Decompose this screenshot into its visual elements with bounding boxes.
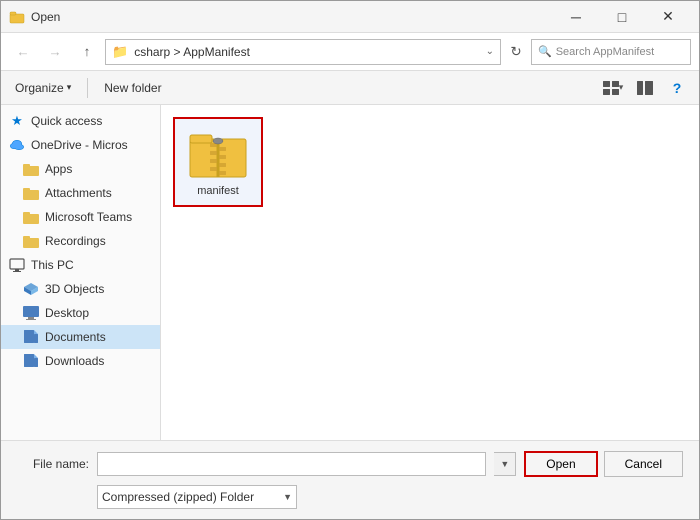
- 3d-icon: [23, 281, 39, 297]
- address-chevron: ⌄: [486, 46, 494, 57]
- organize-button[interactable]: Organize ▾: [9, 78, 77, 98]
- filetype-value: Compressed (zipped) Folder: [102, 490, 254, 504]
- sidebar-item-documents[interactable]: Documents: [1, 325, 160, 349]
- folder-icon: 📁: [112, 44, 128, 60]
- address-path: csharp > AppManifest: [134, 45, 479, 59]
- toolbar-right: ▾ ?: [599, 75, 691, 101]
- action-buttons: Open Cancel: [524, 451, 683, 477]
- toolbar-separator: [87, 78, 88, 98]
- sidebar-item-label: Downloads: [45, 354, 104, 368]
- filename-input[interactable]: [97, 452, 486, 476]
- sidebar-item-quick-access[interactable]: ★ Quick access: [1, 109, 160, 133]
- filename-label: File name:: [17, 457, 89, 471]
- pc-icon: [9, 257, 25, 273]
- main-area: ★ Quick access OneDrive - Micros Apps: [1, 105, 699, 440]
- sidebar-item-desktop[interactable]: Desktop: [1, 301, 160, 325]
- sidebar-item-label: Documents: [45, 330, 106, 344]
- filetype-chevron: ▼: [283, 492, 292, 502]
- toolbar: Organize ▾ New folder ▾ ?: [1, 71, 699, 105]
- bottom-area: File name: ▼ Open Cancel Compressed (zip…: [1, 440, 699, 519]
- refresh-button[interactable]: ↻: [505, 41, 527, 63]
- close-button[interactable]: ✕: [645, 1, 691, 33]
- filename-dropdown-button[interactable]: ▼: [494, 452, 516, 476]
- sidebar-item-label: Apps: [45, 162, 72, 176]
- sidebar-item-downloads[interactable]: Downloads: [1, 349, 160, 373]
- folder-icon: [23, 209, 39, 225]
- new-folder-button[interactable]: New folder: [98, 78, 167, 98]
- sidebar-item-onedrive[interactable]: OneDrive - Micros: [1, 133, 160, 157]
- view-button[interactable]: ▾: [599, 75, 627, 101]
- file-item-manifest[interactable]: manifest: [173, 117, 263, 207]
- file-item-label: manifest: [197, 185, 239, 197]
- sidebar-item-label: This PC: [31, 258, 74, 272]
- desktop-icon: [23, 305, 39, 321]
- sidebar-item-label: Desktop: [45, 306, 89, 320]
- search-placeholder: Search AppManifest: [556, 46, 654, 58]
- filename-row: File name: ▼ Open Cancel: [17, 451, 683, 477]
- open-button[interactable]: Open: [524, 451, 597, 477]
- sidebar-item-attachments[interactable]: Attachments: [1, 181, 160, 205]
- dialog-icon: [9, 9, 25, 25]
- nav-bar: ← → ↑ 📁 csharp > AppManifest ⌄ ↻ 🔍 Searc…: [1, 33, 699, 71]
- address-bar[interactable]: 📁 csharp > AppManifest ⌄: [105, 39, 501, 65]
- sidebar-item-label: Microsoft Teams: [45, 210, 132, 224]
- downloads-icon: [23, 353, 39, 369]
- dialog-title: Open: [31, 10, 553, 24]
- sidebar-item-teams[interactable]: Microsoft Teams: [1, 205, 160, 229]
- sidebar-item-apps[interactable]: Apps: [1, 157, 160, 181]
- title-bar: Open ─ □ ✕: [1, 1, 699, 33]
- window-controls: ─ □ ✕: [553, 1, 691, 33]
- documents-icon: [23, 329, 39, 345]
- folder-icon: [23, 233, 39, 249]
- minimize-button[interactable]: ─: [553, 1, 599, 33]
- filetype-row: Compressed (zipped) Folder ▼: [17, 485, 683, 509]
- organize-chevron: ▾: [67, 82, 72, 93]
- folder-icon: [23, 161, 39, 177]
- sidebar-item-3dobjects[interactable]: 3D Objects: [1, 277, 160, 301]
- cancel-button[interactable]: Cancel: [604, 451, 683, 477]
- view-chevron: ▾: [619, 82, 624, 93]
- open-dialog: Open ─ □ ✕ ← → ↑ 📁 csharp > AppManifest …: [0, 0, 700, 520]
- sidebar-item-label: 3D Objects: [45, 282, 104, 296]
- back-button[interactable]: ←: [9, 38, 37, 66]
- sidebar-item-thispc[interactable]: This PC: [1, 253, 160, 277]
- sidebar-item-label: Recordings: [45, 234, 106, 248]
- forward-button[interactable]: →: [41, 38, 69, 66]
- maximize-button[interactable]: □: [599, 1, 645, 33]
- sidebar-item-recordings[interactable]: Recordings: [1, 229, 160, 253]
- zip-folder-icon: [188, 127, 248, 179]
- filetype-select[interactable]: Compressed (zipped) Folder ▼: [97, 485, 297, 509]
- star-icon: ★: [9, 113, 25, 129]
- sidebar-item-label: Attachments: [45, 186, 112, 200]
- pane-button[interactable]: [631, 75, 659, 101]
- organize-label: Organize: [15, 81, 64, 95]
- sidebar: ★ Quick access OneDrive - Micros Apps: [1, 105, 161, 440]
- file-area: manifest: [161, 105, 699, 440]
- sidebar-item-label: Quick access: [31, 114, 102, 128]
- sidebar-item-label: OneDrive - Micros: [31, 138, 128, 152]
- search-icon: 🔍: [538, 45, 552, 58]
- cloud-icon: [9, 137, 25, 153]
- search-box[interactable]: 🔍 Search AppManifest: [531, 39, 691, 65]
- help-button[interactable]: ?: [663, 75, 691, 101]
- up-button[interactable]: ↑: [73, 38, 101, 66]
- folder-icon: [23, 185, 39, 201]
